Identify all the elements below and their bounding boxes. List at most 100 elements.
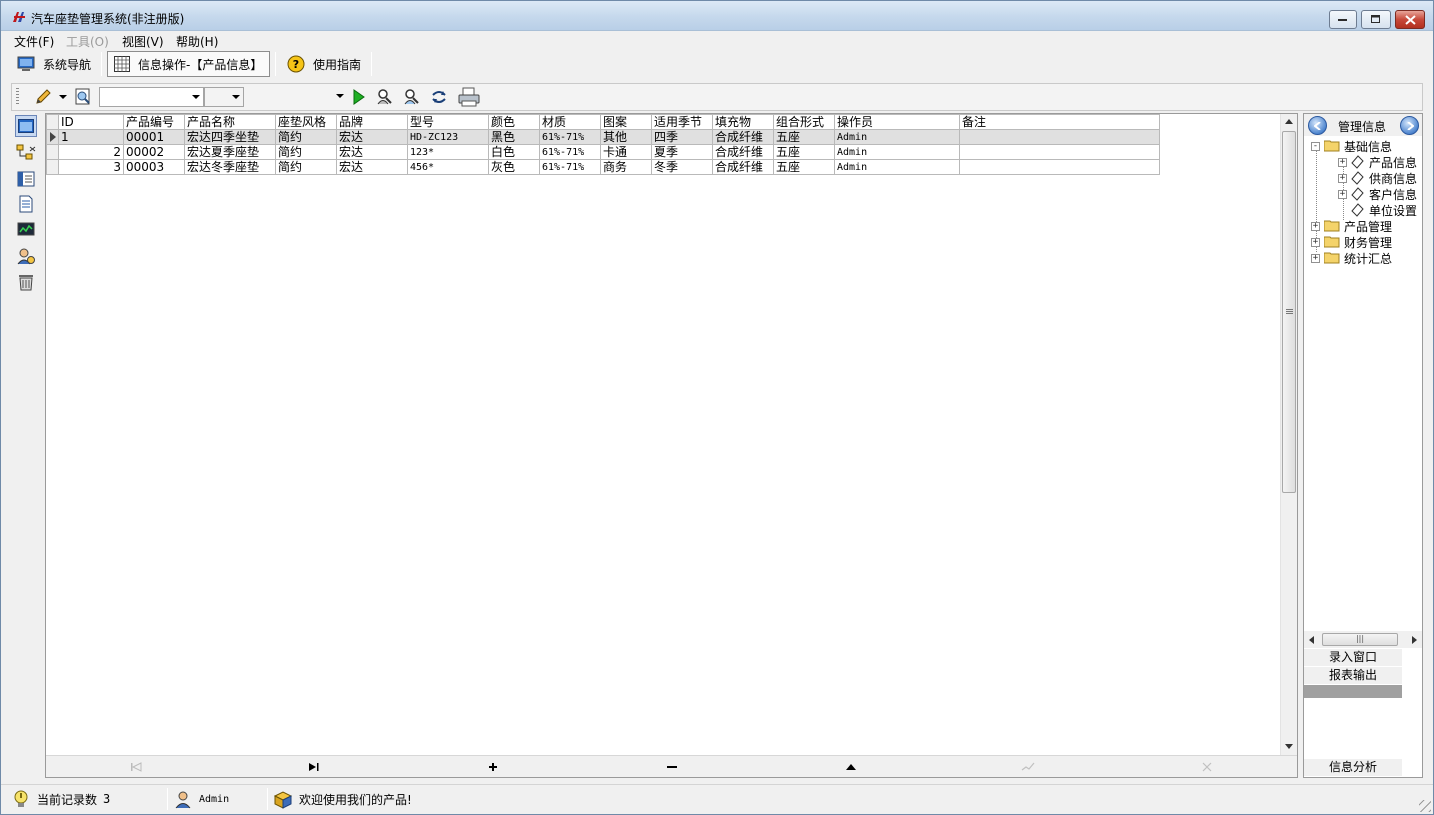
menu-view[interactable]: 视图(V) [122, 33, 164, 50]
column-header[interactable]: 座垫风格 [275, 114, 337, 130]
table-cell[interactable]: 456* [407, 159, 489, 175]
refresh-icon[interactable] [430, 88, 448, 106]
guide-button[interactable]: ? 使用指南 [281, 51, 367, 77]
print-icon[interactable] [458, 87, 480, 107]
tree-node-basic[interactable]: - 基础信息 [1311, 138, 1392, 154]
table-cell[interactable]: 五座 [773, 144, 835, 160]
column-header[interactable]: 组合形式 [773, 114, 835, 130]
menu-tools[interactable]: 工具(O) [66, 33, 109, 50]
table-cell[interactable]: 宏达四季坐垫 [184, 129, 276, 145]
table-cell[interactable]: 3 [58, 159, 124, 175]
table-cell[interactable]: 1 [58, 129, 124, 145]
chart-monitor-icon[interactable] [15, 219, 37, 241]
table-cell[interactable]: 00001 [123, 129, 185, 145]
close-button[interactable] [1395, 10, 1425, 29]
table-cell[interactable]: 四季 [651, 129, 713, 145]
table-cell[interactable]: 黑色 [488, 129, 540, 145]
edit-record-icon[interactable] [841, 759, 861, 775]
table-row[interactable]: 3 00003 宏达冬季座垫 简约 宏达 456* 灰色 61%-71% 商务 冬季 合成纤维 五座 A… [46, 159, 1160, 175]
org-chart-icon[interactable] [15, 142, 37, 164]
user-settings-icon[interactable] [15, 245, 37, 267]
column-header[interactable]: 填充物 [712, 114, 774, 130]
column-header[interactable]: 适用季节 [651, 114, 713, 130]
minimize-button[interactable] [1329, 10, 1357, 29]
table-cell[interactable]: 宏达 [336, 129, 408, 145]
cancel-record-icon[interactable] [1197, 759, 1217, 775]
scroll-up-icon[interactable] [1285, 119, 1293, 124]
expand-icon[interactable]: + [1311, 221, 1320, 231]
table-cell[interactable] [959, 144, 1160, 160]
preview-search-icon[interactable] [74, 88, 92, 106]
table-cell[interactable]: 61%-71% [539, 159, 601, 175]
column-header[interactable]: 操作员 [834, 114, 960, 130]
document-icon[interactable] [15, 193, 37, 215]
expand-icon[interactable]: + [1311, 253, 1320, 263]
tree-node-unit-settings[interactable]: 单位设置 [1351, 202, 1417, 218]
table-cell[interactable]: 灰色 [488, 159, 540, 175]
table-cell[interactable]: 简约 [275, 144, 337, 160]
value-combo[interactable] [245, 87, 347, 107]
table-cell[interactable]: HD-ZC123 [407, 129, 489, 145]
panel-prev-button[interactable] [1308, 116, 1327, 135]
scroll-down-icon[interactable] [1285, 744, 1293, 749]
row-indicator[interactable] [46, 129, 59, 145]
toolbar-grip[interactable] [16, 88, 19, 106]
table-cell[interactable]: 冬季 [651, 159, 713, 175]
insert-record-icon[interactable] [483, 759, 503, 775]
table-cell[interactable]: 白色 [488, 144, 540, 160]
table-cell[interactable]: Admin [834, 129, 960, 145]
entry-window-button[interactable]: 录入窗口 [1304, 649, 1402, 667]
column-header[interactable]: 备注 [959, 114, 1160, 130]
expand-icon[interactable]: + [1338, 189, 1347, 199]
table-cell[interactable]: 商务 [600, 159, 652, 175]
table-cell[interactable]: 2 [58, 144, 124, 160]
scroll-thumb[interactable]: ||| [1322, 633, 1398, 646]
table-cell[interactable]: 简约 [275, 129, 337, 145]
tree-node-stats[interactable]: + 统计汇总 [1311, 250, 1392, 266]
info-analysis-button[interactable]: 信息分析 [1304, 759, 1402, 777]
tree-node-customer-info[interactable]: + 客户信息 [1338, 186, 1417, 202]
resize-grip[interactable] [1419, 800, 1431, 812]
table-cell[interactable]: 夏季 [651, 144, 713, 160]
tree-node-product-info[interactable]: + 产品信息 [1338, 154, 1417, 170]
post-record-icon[interactable] [1018, 759, 1038, 775]
row-indicator[interactable] [46, 159, 59, 175]
horizontal-scrollbar[interactable]: ||| [1304, 631, 1422, 648]
column-header[interactable]: 产品编号 [123, 114, 185, 130]
edit-pencil-icon[interactable] [34, 88, 52, 106]
scroll-thumb[interactable] [1282, 131, 1296, 493]
field-combo[interactable] [99, 87, 204, 107]
table-cell[interactable]: 宏达 [336, 144, 408, 160]
operator-combo[interactable] [204, 87, 244, 107]
column-header[interactable]: 图案 [600, 114, 652, 130]
expand-icon[interactable]: + [1338, 157, 1347, 167]
table-cell[interactable]: 合成纤维 [712, 129, 774, 145]
table-cell[interactable]: 简约 [275, 159, 337, 175]
tree-node-product-mgmt[interactable]: + 产品管理 [1311, 218, 1392, 234]
last-record-icon[interactable] [304, 759, 324, 775]
collapse-icon[interactable]: - [1311, 141, 1320, 151]
column-header[interactable]: ID [58, 114, 124, 130]
column-header[interactable]: 品牌 [336, 114, 408, 130]
tree-node-finance-mgmt[interactable]: + 财务管理 [1311, 234, 1392, 250]
maximize-button[interactable] [1361, 10, 1391, 29]
expand-icon[interactable]: + [1311, 237, 1320, 247]
chevron-down-icon[interactable] [58, 88, 68, 106]
address-book-icon[interactable] [15, 168, 37, 190]
table-row[interactable]: 2 00002 宏达夏季座垫 简约 宏达 123* 白色 61%-71% 卡通 夏季 合成纤维 五座 A… [46, 144, 1160, 160]
column-header[interactable]: 产品名称 [184, 114, 276, 130]
window-icon[interactable] [15, 115, 37, 137]
table-row[interactable]: 1 00001 宏达四季坐垫 简约 宏达 HD-ZC123 黑色 61%-71% 其他 四季 合成纤… [46, 129, 1160, 145]
run-query-play-icon[interactable] [350, 88, 368, 106]
delete-record-icon[interactable] [662, 759, 682, 775]
menu-file[interactable]: 文件(F) [14, 33, 54, 50]
table-cell[interactable]: 61%-71% [539, 144, 601, 160]
table-cell[interactable]: 五座 [773, 159, 835, 175]
table-cell[interactable]: 00002 [123, 144, 185, 160]
menu-help[interactable]: 帮助(H) [176, 33, 218, 50]
table-cell[interactable] [959, 159, 1160, 175]
table-cell[interactable]: 61%-71% [539, 129, 601, 145]
report-output-button[interactable]: 报表输出 [1304, 667, 1402, 685]
title-bar[interactable]: 汽车座垫管理系统(非注册版) [1, 1, 1433, 31]
table-cell[interactable]: 卡通 [600, 144, 652, 160]
